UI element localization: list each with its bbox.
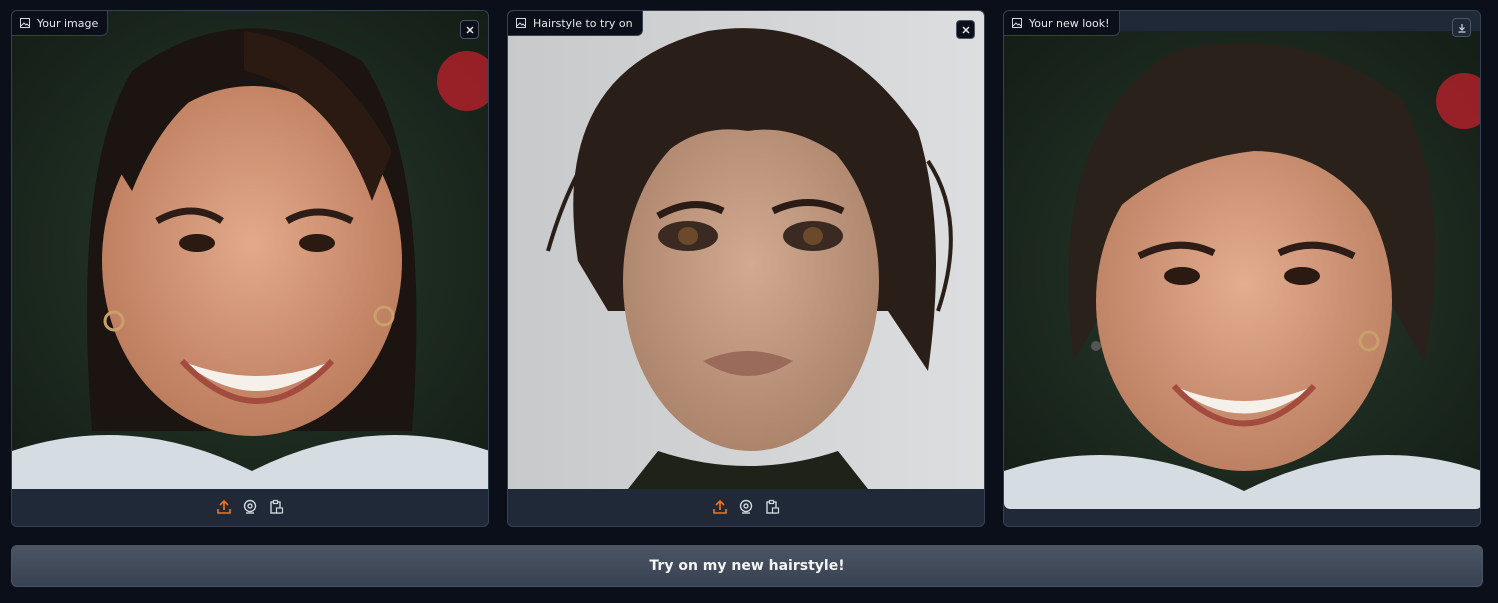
paste-clipboard-button[interactable] [764, 499, 780, 515]
image-icon [1012, 18, 1022, 28]
hairstyle-image-label: Hairstyle to try on [508, 11, 643, 36]
input-portrait-image [12, 11, 488, 489]
webcam-icon [739, 499, 753, 514]
input-image-label: Your image [12, 11, 109, 36]
input-image-panel[interactable]: Your image [11, 10, 489, 527]
output-image-label-text: Your new look! [1029, 16, 1110, 30]
webcam-button[interactable] [242, 499, 258, 515]
image-icon [516, 18, 526, 28]
upload-button[interactable] [216, 499, 232, 515]
download-icon [1458, 23, 1465, 33]
upload-button[interactable] [712, 499, 728, 515]
clear-hairstyle-image-button[interactable] [956, 20, 975, 39]
hairstyle-portrait-image [508, 11, 984, 489]
close-icon [465, 25, 474, 34]
clear-input-image-button[interactable] [460, 20, 479, 39]
output-portrait-image [1004, 31, 1480, 509]
upload-icon [713, 499, 727, 514]
hairstyle-image-label-text: Hairstyle to try on [533, 16, 633, 30]
upload-icon [217, 499, 231, 514]
try-on-hairstyle-button[interactable]: Try on my new hairstyle! [11, 545, 1483, 587]
download-output-button[interactable] [1452, 18, 1471, 37]
clipboard-icon [270, 499, 284, 514]
input-image-toolbar [12, 487, 488, 526]
image-icon [20, 18, 30, 28]
webcam-icon [243, 499, 257, 514]
output-image-panel: Your new look! [1003, 10, 1481, 527]
webcam-button[interactable] [738, 499, 754, 515]
paste-clipboard-button[interactable] [268, 499, 284, 515]
output-image-label: Your new look! [1004, 11, 1120, 36]
input-image-label-text: Your image [37, 16, 99, 30]
close-icon [961, 25, 970, 34]
hairstyle-image-toolbar [508, 487, 984, 526]
hairstyle-image-panel[interactable]: Hairstyle to try on [507, 10, 985, 527]
clipboard-icon [766, 499, 780, 514]
